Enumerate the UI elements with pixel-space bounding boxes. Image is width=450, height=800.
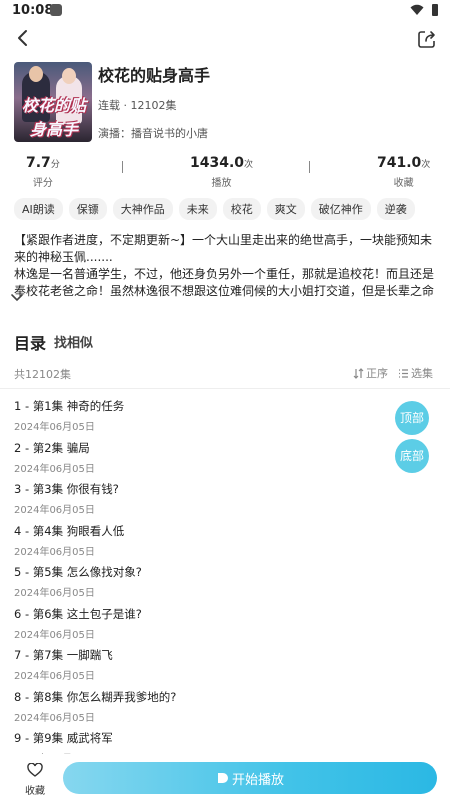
episode-item[interactable]: 8 - 第8集 你怎么糊弄我爹地的? 2024年06月05日	[14, 689, 394, 731]
stat-plays-unit: 次	[244, 160, 254, 170]
book-title: 校花的贴身高手	[98, 66, 211, 85]
favorite-label: 收藏	[25, 786, 45, 797]
find-similar-tab[interactable]: 找相似	[54, 332, 93, 351]
tag-chip[interactable]: 校花	[222, 198, 261, 220]
episode-title: 8 - 第8集 你怎么糊弄我爹地的?	[14, 689, 177, 704]
divider	[0, 388, 450, 389]
tag-chip[interactable]: 大神作品	[112, 198, 173, 220]
episode-item[interactable]: 7 - 第7集 一脚踹飞 2024年06月05日	[14, 647, 394, 689]
stat-favorites-value: 741.0	[377, 155, 422, 171]
episode-date: 2024年06月05日	[14, 712, 95, 724]
stat-rating: 7.7分 评分	[26, 152, 60, 189]
episode-title: 2 - 第2集 骗局	[14, 440, 90, 455]
select-label: 选集	[411, 367, 433, 380]
book-status: 连载 · 12102集	[98, 99, 177, 112]
book-cover: 校花的贴身高手	[14, 62, 92, 142]
list-icon	[399, 368, 408, 378]
episode-date: 2024年06月05日	[14, 505, 95, 516]
status-bar: 10:08	[0, 0, 450, 22]
episode-date: 2024年06月05日	[14, 422, 95, 433]
share-icon[interactable]	[416, 28, 438, 50]
stat-divider	[122, 161, 123, 173]
episode-title: 9 - 第9集 威武将军	[14, 731, 113, 745]
tag-chip[interactable]: AI朗读	[14, 198, 63, 220]
sort-icon	[353, 367, 364, 379]
status-time: 10:08	[12, 3, 54, 18]
episode-date: 2024年06月05日	[14, 463, 95, 475]
stat-favorites: 741.0次 收藏	[377, 152, 430, 189]
favorite-button[interactable]: 收藏	[18, 762, 52, 797]
start-play-label: 开始播放	[231, 772, 284, 788]
stat-rating-label: 评分	[32, 178, 53, 189]
stat-divider	[309, 161, 310, 173]
tag-chip[interactable]: 爽文	[266, 198, 305, 220]
stat-plays-label: 播放	[211, 178, 232, 189]
episode-date: 2024年06月05日	[14, 588, 95, 599]
expand-chevron-icon[interactable]	[10, 293, 24, 303]
episode-date: 2024年06月05日	[14, 546, 95, 558]
episode-title: 3 - 第3集 你很有钱?	[14, 482, 119, 496]
episode-total: 共12102集	[14, 368, 71, 381]
catalog-title: 目录	[14, 334, 47, 353]
episode-title: 1 - 第1集 神奇的任务	[14, 399, 125, 413]
episode-title: 6 - 第6集 这土包子是谁?	[14, 606, 142, 621]
stats-row: 7.7分 评分 1434.0次 播放 741.0次 收藏	[0, 152, 450, 189]
back-icon[interactable]	[12, 26, 34, 50]
tag-list: AI朗读 保镖 大神作品 未来 校花 爽文 破亿神作 逆袭	[14, 198, 415, 220]
play-icon	[217, 773, 228, 783]
top-bar	[0, 24, 450, 52]
episode-title: 7 - 第7集 一脚踹飞	[14, 648, 113, 662]
wifi-icon	[410, 4, 424, 15]
episode-item[interactable]: 5 - 第5集 怎么像找对象? 2024年06月05日	[14, 564, 394, 606]
tag-chip[interactable]: 保镖	[68, 198, 107, 220]
book-description: 【紧跟作者进度，不定期更新~】一个大山里走出来的绝世高手，一块能预知未来的神秘玉…	[14, 233, 435, 298]
stat-plays-value: 1434.0	[190, 155, 245, 171]
battery-icon	[432, 4, 438, 16]
episode-date: 2024年06月05日	[14, 629, 95, 641]
start-play-button[interactable]: 开始播放	[63, 762, 437, 794]
stat-rating-unit: 分	[50, 160, 60, 170]
order-label: 正序	[366, 367, 388, 380]
episode-list: 1 - 第1集 神奇的任务 2024年06月05日 2 - 第2集 骗局 2024年…	[14, 398, 394, 772]
bottom-bar: 收藏 开始播放	[0, 754, 450, 800]
episode-item[interactable]: 3 - 第3集 你很有钱? 2024年06月05日	[14, 481, 394, 523]
scroll-top-button[interactable]: 顶部	[395, 401, 429, 435]
cover-title-text: 校花的贴身高手	[21, 96, 86, 139]
stat-favorites-label: 收藏	[393, 178, 414, 189]
heart-icon	[27, 762, 43, 777]
episode-date: 2024年06月05日	[14, 671, 95, 682]
tag-chip[interactable]: 未来	[178, 198, 217, 220]
notification-icon	[50, 4, 62, 16]
episode-item[interactable]: 1 - 第1集 神奇的任务 2024年06月05日	[14, 398, 394, 440]
scroll-bottom-button[interactable]: 底部	[395, 439, 429, 473]
order-button[interactable]: 正序	[353, 365, 388, 381]
book-narrator: 演播：播音说书的小唐	[98, 127, 208, 140]
select-episode-button[interactable]: 选集	[398, 365, 433, 381]
tag-chip[interactable]: 破亿神作	[310, 198, 371, 220]
stat-plays: 1434.0次 播放	[190, 152, 253, 189]
episode-item[interactable]: 4 - 第4集 狗眼看人低 2024年06月05日	[14, 523, 394, 565]
episode-item[interactable]: 2 - 第2集 骗局 2024年06月05日	[14, 440, 394, 482]
stat-favorites-unit: 次	[421, 160, 431, 170]
tag-chip[interactable]: 逆袭	[376, 198, 415, 220]
episode-title: 5 - 第5集 怎么像找对象?	[14, 565, 142, 579]
episode-title: 4 - 第4集 狗眼看人低	[14, 523, 125, 538]
episode-item[interactable]: 6 - 第6集 这土包子是谁? 2024年06月05日	[14, 606, 394, 648]
stat-rating-value: 7.7	[26, 155, 51, 171]
